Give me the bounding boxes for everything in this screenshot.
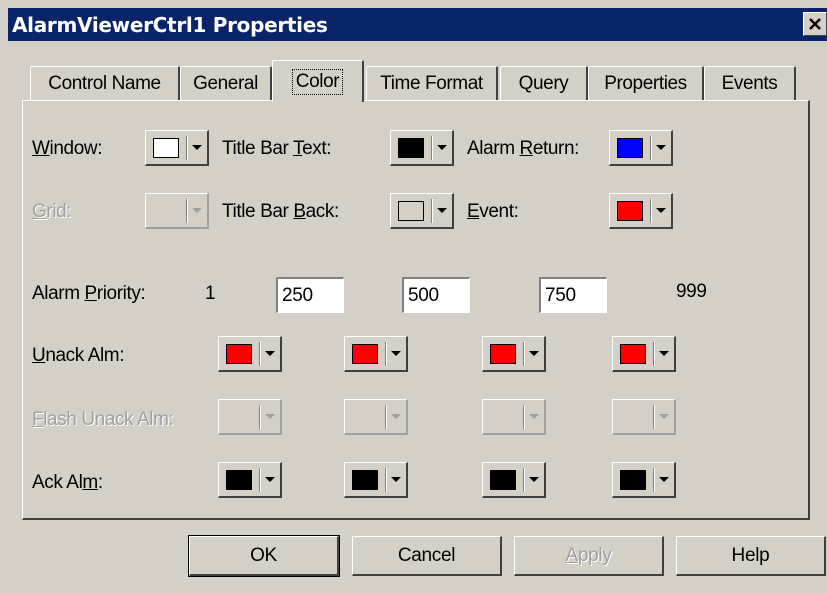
- color-swatch: [490, 470, 516, 490]
- chevron-down-icon: [659, 477, 669, 482]
- chevron-down-icon: [529, 351, 539, 356]
- color-swatch: [153, 138, 179, 158]
- priority-end-value: 999: [676, 281, 707, 302]
- tab-time-format[interactable]: Time Format: [366, 66, 498, 100]
- alarm-return-label: Alarm Return:: [467, 138, 580, 159]
- title-bar-text-color-picker[interactable]: [390, 130, 454, 166]
- color-swatch: [398, 201, 424, 221]
- event-color-picker[interactable]: [609, 193, 673, 229]
- color-swatch: [352, 470, 378, 490]
- cancel-button[interactable]: Cancel: [352, 536, 502, 576]
- ack-alm-color-picker-1[interactable]: [218, 462, 282, 498]
- chevron-down-icon: [437, 145, 447, 150]
- color-swatch: [490, 344, 516, 364]
- chevron-down-icon: [659, 351, 669, 356]
- chevron-down-icon: [391, 477, 401, 482]
- apply-button[interactable]: Apply: [514, 536, 664, 576]
- priority-threshold-3-input[interactable]: [539, 277, 607, 313]
- unack-alm-color-picker-3[interactable]: [482, 336, 546, 372]
- unack-alm-label: Unack Alm:: [32, 345, 125, 366]
- color-swatch: [617, 201, 643, 221]
- color-swatch: [620, 344, 646, 364]
- properties-dialog: AlarmViewerCtrl1 Properties Control Name…: [0, 0, 827, 593]
- chevron-down-icon: [265, 414, 275, 419]
- flash-unack-alm-color-picker-3[interactable]: [482, 399, 546, 435]
- color-swatch: [398, 138, 424, 158]
- ok-button[interactable]: OK: [188, 535, 340, 577]
- title-bar-back-label: Title Bar Back:: [222, 201, 339, 222]
- unack-alm-color-picker-1[interactable]: [218, 336, 282, 372]
- alarm-priority-label: Alarm Priority:: [32, 283, 146, 304]
- tab-general[interactable]: General: [180, 66, 272, 100]
- unack-alm-color-picker-4[interactable]: [612, 336, 676, 372]
- chevron-down-icon: [192, 145, 202, 150]
- tab-color[interactable]: Color: [272, 60, 364, 102]
- title-bar-text-label: Title Bar Text:: [222, 138, 332, 159]
- event-color-label: Event:: [467, 201, 519, 222]
- alarm-return-color-picker[interactable]: [609, 130, 673, 166]
- grid-color-label: Grid:: [32, 201, 72, 222]
- flash-unack-alm-color-picker-4[interactable]: [612, 399, 676, 435]
- flash-unack-alm-color-picker-2[interactable]: [344, 399, 408, 435]
- color-swatch: [620, 470, 646, 490]
- color-swatch: [617, 138, 643, 158]
- chevron-down-icon: [391, 351, 401, 356]
- tab-control-name[interactable]: Control Name: [30, 66, 180, 100]
- flash-unack-alm-label: Flash Unack Alm:: [32, 409, 174, 430]
- chevron-down-icon: [437, 208, 447, 213]
- chevron-down-icon: [265, 351, 275, 356]
- window-color-label: Window:: [32, 138, 103, 159]
- chevron-down-icon: [656, 208, 666, 213]
- chevron-down-icon: [656, 145, 666, 150]
- color-swatch: [226, 470, 252, 490]
- flash-unack-alm-color-picker-1[interactable]: [218, 399, 282, 435]
- chevron-down-icon: [529, 414, 539, 419]
- color-swatch: [352, 344, 378, 364]
- color-swatch: [226, 344, 252, 364]
- grid-color-picker[interactable]: [145, 193, 209, 229]
- window-title: AlarmViewerCtrl1 Properties: [12, 13, 328, 37]
- title-bar-back-color-picker[interactable]: [390, 193, 454, 229]
- unack-alm-color-picker-2[interactable]: [344, 336, 408, 372]
- chevron-down-icon: [391, 414, 401, 419]
- help-button[interactable]: Help: [676, 536, 826, 576]
- priority-threshold-2-input[interactable]: [402, 277, 470, 313]
- tab-properties[interactable]: Properties: [588, 66, 704, 100]
- tab-query[interactable]: Query: [500, 66, 588, 100]
- priority-threshold-1-input[interactable]: [276, 277, 344, 313]
- ack-alm-color-picker-4[interactable]: [612, 462, 676, 498]
- close-icon: [809, 18, 821, 30]
- ack-alm-color-picker-3[interactable]: [482, 462, 546, 498]
- tab-events[interactable]: Events: [704, 66, 796, 100]
- title-bar[interactable]: AlarmViewerCtrl1 Properties: [8, 8, 827, 41]
- close-button[interactable]: [803, 12, 827, 36]
- chevron-down-icon: [529, 477, 539, 482]
- priority-start-value: 1: [205, 283, 216, 304]
- ack-alm-color-picker-2[interactable]: [344, 462, 408, 498]
- chevron-down-icon: [192, 208, 202, 213]
- chevron-down-icon: [659, 414, 669, 419]
- ack-alm-label: Ack Alm:: [32, 472, 103, 493]
- window-color-picker[interactable]: [145, 130, 209, 166]
- chevron-down-icon: [265, 477, 275, 482]
